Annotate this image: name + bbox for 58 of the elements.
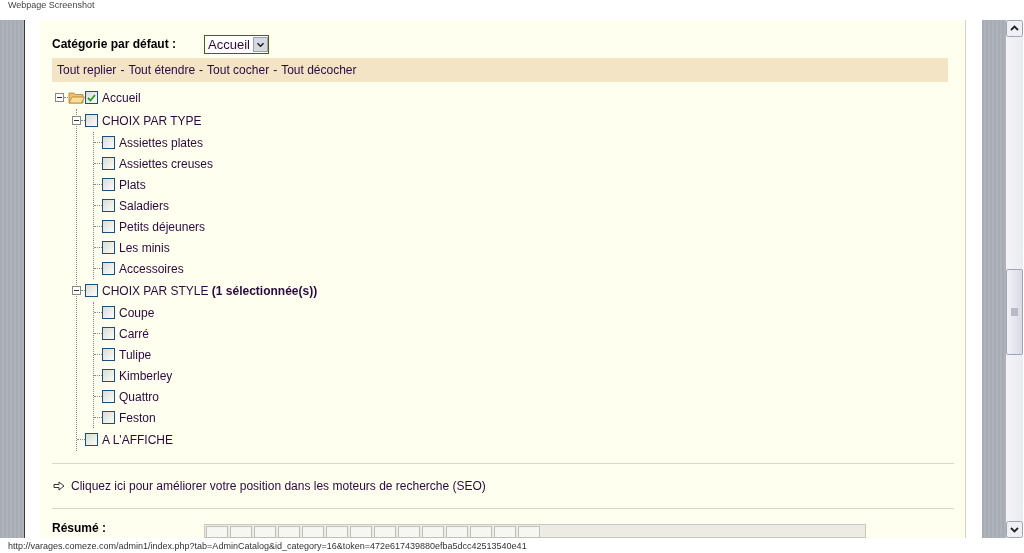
category-label[interactable]: Accessoires: [119, 261, 184, 276]
checkbox[interactable]: [102, 199, 115, 212]
separator: -: [120, 63, 125, 77]
category-label[interactable]: Accueil: [102, 90, 141, 105]
checkbox[interactable]: [102, 411, 115, 424]
grip-icon: [1011, 308, 1018, 316]
category-label[interactable]: Kimberley: [119, 368, 173, 383]
status-url: http://varages.comeze.com/admin1/index.php?tab=AdminCatalog&id_category=16&token=472e617439880efba5dcc42513540e41: [8, 540, 527, 551]
arrow-right-icon: [53, 481, 65, 491]
checkbox[interactable]: [102, 136, 115, 149]
category-label[interactable]: Feston: [119, 410, 156, 425]
checkbox[interactable]: [102, 369, 115, 382]
tree-action-link[interactable]: Tout décocher: [281, 63, 357, 77]
checkbox[interactable]: [102, 262, 115, 275]
checkbox[interactable]: [102, 157, 115, 170]
collapse-icon[interactable]: [72, 116, 81, 125]
category-select[interactable]: Accueil: [204, 34, 269, 54]
checkbox[interactable]: [85, 114, 98, 127]
category-label[interactable]: Plats: [119, 177, 146, 192]
checkbox[interactable]: [102, 220, 115, 233]
checkbox[interactable]: [102, 178, 115, 191]
scrollbar[interactable]: [1006, 20, 1023, 538]
category-label[interactable]: Saladiers: [119, 198, 170, 213]
checkbox[interactable]: [102, 241, 115, 254]
checkbox[interactable]: [102, 390, 115, 403]
tree-action-link[interactable]: Tout cocher: [207, 63, 270, 77]
field-label: Résumé :: [52, 521, 108, 535]
checkbox[interactable]: [102, 306, 115, 319]
category-label[interactable]: Petits déjeuners: [119, 219, 206, 234]
category-label[interactable]: Les minis: [119, 240, 170, 255]
checkbox[interactable]: [102, 348, 115, 361]
separator: -: [199, 63, 204, 77]
checkbox[interactable]: [85, 91, 98, 104]
category-label[interactable]: Coupe: [119, 305, 155, 320]
category-label[interactable]: Assiettes creuses: [119, 156, 214, 171]
category-label[interactable]: CHOIX PAR STYLE (1 sélectionnée(s)): [102, 283, 318, 298]
checkbox[interactable]: [85, 284, 98, 297]
category-label[interactable]: Tulipe: [119, 347, 152, 362]
folder-icon: [68, 91, 85, 104]
page-title: Webpage Screenshot: [8, 0, 95, 10]
category-label[interactable]: A L'AFFICHE: [102, 432, 173, 447]
category-label[interactable]: CHOIX PAR TYPE: [102, 113, 202, 128]
collapse-icon[interactable]: [55, 93, 64, 102]
dropdown-icon: [252, 36, 268, 52]
checkbox[interactable]: [85, 433, 98, 446]
scroll-up-icon[interactable]: [1006, 20, 1023, 37]
collapse-icon[interactable]: [72, 286, 81, 295]
category-label[interactable]: Carré: [119, 326, 149, 341]
scroll-thumb[interactable]: [1006, 269, 1023, 355]
field-label: Catégorie par défaut :: [52, 37, 178, 51]
seo-link[interactable]: Cliquez ici pour améliorer votre position dans les moteurs de recherche (SEO): [71, 479, 486, 493]
separator: -: [273, 63, 278, 77]
scroll-down-icon[interactable]: [1006, 521, 1023, 538]
category-label[interactable]: Quattro: [119, 389, 160, 404]
tree-action-link[interactable]: Tout étendre: [128, 63, 196, 77]
category-label[interactable]: Assiettes plates: [119, 135, 204, 150]
checkbox[interactable]: [102, 327, 115, 340]
tree-action-link[interactable]: Tout replier: [57, 63, 117, 77]
